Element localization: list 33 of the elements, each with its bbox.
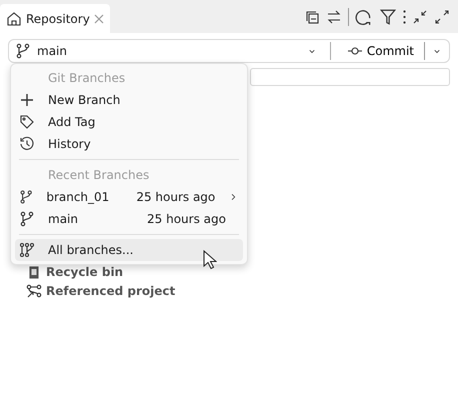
- repository-tab[interactable]: Repository: [0, 4, 110, 33]
- menu-item[interactable]: Add Tag: [15, 111, 243, 133]
- close-icon[interactable]: [94, 14, 104, 24]
- menu-header: Git Branches: [47, 70, 126, 87]
- tree-item[interactable]: Referenced project: [46, 284, 176, 298]
- branches-icon: [19, 242, 35, 258]
- tab-label: Repository: [26, 12, 90, 26]
- menu-item[interactable]: History: [15, 133, 243, 155]
- branch-name: main: [37, 44, 68, 58]
- branch-icon: [15, 43, 31, 59]
- menu-item[interactable]: All branches...: [15, 239, 243, 261]
- menu-item[interactable]: branch_01 25 hours ago: [15, 186, 243, 208]
- menu-item[interactable]: main 25 hours ago: [15, 208, 243, 230]
- collapse-icon: [412, 8, 428, 24]
- branch-selector[interactable]: main Commit: [8, 39, 450, 63]
- more-icon[interactable]: [403, 10, 406, 24]
- copy-icon: [304, 8, 320, 24]
- filter-field[interactable]: [250, 68, 450, 86]
- plus-icon: [19, 92, 35, 108]
- refresh-icon: [355, 8, 373, 26]
- commit-button[interactable]: Commit: [342, 43, 418, 59]
- history-icon: [19, 136, 35, 152]
- tag-icon: [19, 114, 35, 130]
- home-icon: [6, 10, 22, 26]
- branch-icon: [19, 189, 34, 205]
- expand-icon: [434, 8, 450, 24]
- menu-header: Recent Branches: [47, 167, 150, 184]
- tree-item[interactable]: Recycle bin: [46, 265, 124, 279]
- swap-icon: [326, 8, 342, 24]
- menu-item[interactable]: New Branch: [15, 89, 243, 111]
- filter-icon: [379, 8, 397, 26]
- reference-icon: [26, 283, 42, 299]
- branch-icon: [19, 211, 35, 227]
